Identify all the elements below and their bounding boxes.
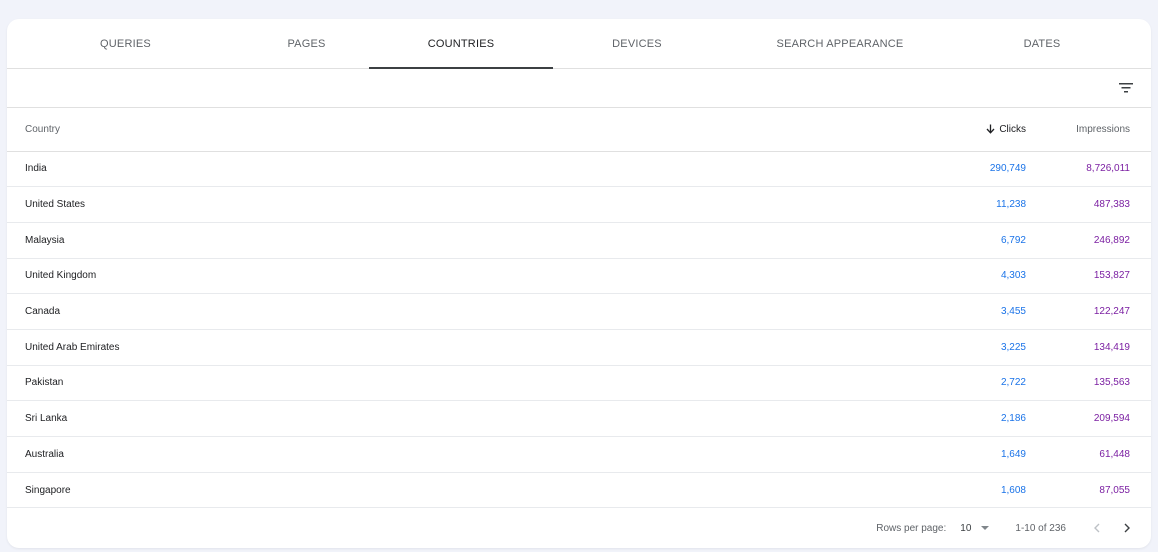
cell-country: Malaysia xyxy=(25,234,65,246)
tab-dates[interactable]: DATES xyxy=(959,19,1125,68)
filter-button[interactable] xyxy=(1115,77,1137,99)
table-row[interactable]: United Kingdom 4,303 153,827 xyxy=(7,258,1151,294)
cell-clicks: 3,225 xyxy=(1000,341,1026,353)
previous-page-button[interactable] xyxy=(1086,517,1108,539)
table-row[interactable]: Singapore 1,608 87,055 xyxy=(7,472,1151,508)
cell-impressions: 209,594 xyxy=(1093,413,1130,425)
cell-clicks: 2,722 xyxy=(1000,377,1026,389)
filter-list-icon xyxy=(1119,83,1133,93)
cell-country: Sri Lanka xyxy=(25,413,68,425)
tab-queries[interactable]: QUERIES xyxy=(7,19,244,68)
cell-impressions: 134,419 xyxy=(1093,341,1130,353)
chevron-right-icon xyxy=(1124,523,1130,533)
table-row[interactable]: Sri Lanka 2,186 209,594 xyxy=(7,401,1151,437)
cell-impressions: 122,247 xyxy=(1093,306,1130,318)
cell-country: India xyxy=(25,163,47,175)
column-header-country: Country xyxy=(7,108,900,152)
cell-clicks: 4,303 xyxy=(1000,270,1026,282)
cell-country: Singapore xyxy=(25,484,71,496)
cell-country: United States xyxy=(25,199,86,211)
table-row[interactable]: United States 11,238 487,383 xyxy=(7,187,1151,223)
cell-clicks: 11,238 xyxy=(996,199,1026,211)
chevron-left-icon xyxy=(1094,523,1100,533)
cell-clicks: 2,186 xyxy=(1000,413,1026,425)
cell-country: Pakistan xyxy=(25,377,64,389)
cell-impressions: 8,726,011 xyxy=(1086,163,1130,175)
countries-table: Country Clicks Impressions India 290,749 8… xyxy=(7,108,1151,508)
cell-clicks: 1,649 xyxy=(1000,448,1026,460)
cell-country: United Arab Emirates xyxy=(25,341,120,353)
column-header-clicks[interactable]: Clicks xyxy=(900,108,1040,152)
table-row[interactable]: Malaysia 6,792 246,892 xyxy=(7,222,1151,259)
cell-impressions: 487,383 xyxy=(1093,199,1130,211)
table-row[interactable]: Pakistan 2,722 135,563 xyxy=(7,365,1151,401)
cell-clicks: 6,792 xyxy=(1000,234,1026,246)
tab-devices[interactable]: DEVICES xyxy=(553,19,721,68)
rows-per-page-value: 10 xyxy=(960,522,972,534)
cell-clicks: 3,455 xyxy=(1000,306,1026,318)
tab-countries[interactable]: COUNTRIES xyxy=(369,19,553,69)
dropdown-caret-icon xyxy=(981,526,990,530)
table-toolbar xyxy=(7,69,1151,108)
table-row[interactable]: India 290,749 8,726,011 xyxy=(7,151,1151,187)
table-row[interactable]: United Arab Emirates 3,225 134,419 xyxy=(7,329,1151,366)
cell-clicks: 1,608 xyxy=(1000,484,1026,496)
column-header-impressions[interactable]: Impressions xyxy=(1040,108,1151,152)
arrow-down-icon xyxy=(986,124,995,134)
column-header-clicks-label: Clicks xyxy=(999,123,1026,135)
tab-pages[interactable]: PAGES xyxy=(244,19,369,68)
cell-country: United Kingdom xyxy=(25,270,97,282)
cell-country: Australia xyxy=(25,448,64,460)
cell-impressions: 135,563 xyxy=(1093,377,1130,389)
table-header-row: Country Clicks Impressions xyxy=(7,108,1151,152)
performance-table-card: QUERIES PAGES COUNTRIES DEVICES SEARCH A… xyxy=(7,19,1151,548)
pagination-footer: Rows per page: 10 1-10 of 236 xyxy=(7,508,1151,548)
cell-impressions: 153,827 xyxy=(1093,270,1130,282)
rows-per-page-label: Rows per page: xyxy=(876,522,947,534)
tab-search-appearance[interactable]: SEARCH APPEARANCE xyxy=(721,19,959,68)
next-page-button[interactable] xyxy=(1116,517,1138,539)
cell-impressions: 61,448 xyxy=(1099,448,1130,460)
cell-country: Canada xyxy=(25,306,61,318)
table-row[interactable]: Australia 1,649 61,448 xyxy=(7,437,1151,473)
cell-impressions: 87,055 xyxy=(1099,484,1130,496)
dimension-tabs: QUERIES PAGES COUNTRIES DEVICES SEARCH A… xyxy=(7,19,1151,69)
cell-clicks: 290,749 xyxy=(989,163,1026,175)
pagination-range: 1-10 of 236 xyxy=(1015,522,1066,534)
table-row[interactable]: Canada 3,455 122,247 xyxy=(7,294,1151,330)
cell-impressions: 246,892 xyxy=(1093,234,1130,246)
rows-per-page-select[interactable]: 10 xyxy=(960,522,990,534)
